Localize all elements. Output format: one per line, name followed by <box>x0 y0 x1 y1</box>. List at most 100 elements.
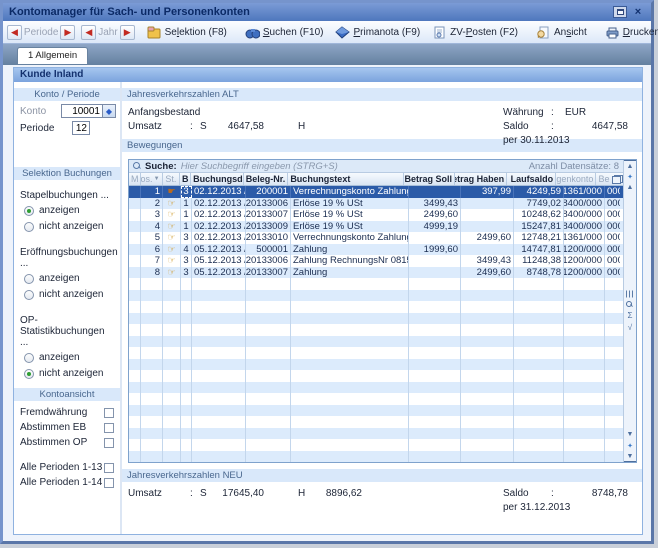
radio-icon[interactable] <box>24 290 34 300</box>
radio-label: anzeigen <box>39 273 80 284</box>
column-header-st[interactable]: St. <box>163 173 181 185</box>
radio-option[interactable]: anzeigen <box>24 273 114 284</box>
column-header-gegenkonto[interactable]: Gegenkonto <box>556 173 596 185</box>
checkbox-abstimmen-op[interactable]: Abstimmen OP <box>14 435 120 450</box>
hand-outline-icon: ☞ <box>167 221 175 232</box>
table-row[interactable]: 8☞305.12.2013 /Do20133007Zahlung2499,608… <box>129 267 623 279</box>
waehrung-label: Währung <box>503 107 551 118</box>
empty-row <box>129 370 623 382</box>
column-header-beleg-nr[interactable]: Beleg-Nr. <box>244 173 288 185</box>
checkbox-label: Fremdwährung <box>20 407 104 418</box>
column-header-m[interactable]: M <box>129 173 141 185</box>
grid-body: 1☛302.12.2013 /Mo200001Verrechnungskonto… <box>129 186 623 462</box>
grid-columns-icon[interactable]: ||| <box>626 291 635 298</box>
konto-label: Konto <box>20 106 61 117</box>
primanota-button[interactable]: Primanota (F9) <box>329 23 426 42</box>
radio-option[interactable]: anzeigen <box>24 352 114 363</box>
umsatz-neu-haben: 8896,62 <box>310 488 362 499</box>
table-row[interactable]: 2☞102.12.2013 /Mo20133006Erlöse 19 % USt… <box>129 198 623 210</box>
checkbox-alle-perioden-13[interactable]: Alle Perioden 1-13 <box>14 460 120 475</box>
radio-icon[interactable] <box>24 222 34 232</box>
table-row[interactable]: 4☞102.12.2013 /Mo20133009Erlöse 19 % USt… <box>129 221 623 233</box>
checkbox-icon[interactable] <box>104 408 114 418</box>
checkbox-icon[interactable] <box>104 423 114 433</box>
checkbox-fremdwaehrung[interactable]: Fremdwährung <box>14 405 120 420</box>
periode-input[interactable] <box>72 121 90 135</box>
periode-prev-button[interactable]: ◀ <box>7 25 22 40</box>
jahr-prev-button[interactable]: ◀ <box>81 25 96 40</box>
search-placeholder[interactable]: Hier Suchbegriff eingeben (STRG+S) <box>181 161 525 172</box>
checkbox-label: Abstimmen OP <box>20 437 104 448</box>
app-window: Kontomanager für Sach- und Personenkonte… <box>0 0 654 544</box>
grid-search-icon[interactable] <box>626 301 633 308</box>
table-row[interactable]: 6☞405.12.2013 /Do500001Zahlung1999,60147… <box>129 244 623 256</box>
table-row[interactable]: 5☞302.12.2013 /Mo20133010Verrechnungskon… <box>129 232 623 244</box>
main-panel: Kunde Inland Konto / Periode Konto ◆ Per… <box>13 67 643 535</box>
table-row[interactable]: 1☛302.12.2013 /Mo200001Verrechnungskonto… <box>129 186 623 198</box>
radio-option[interactable]: anzeigen <box>24 205 114 216</box>
column-header-be[interactable]: Be <box>596 173 611 185</box>
konto-lookup-button[interactable]: ◆ <box>103 104 116 118</box>
column-header-buchungstext[interactable]: Buchungstext <box>288 173 404 185</box>
ansicht-button[interactable]: Ansicht <box>530 23 593 42</box>
radio-icon[interactable] <box>24 206 34 216</box>
empty-row <box>129 451 623 463</box>
checkbox-alle-perioden-14[interactable]: Alle Perioden 1-14 <box>14 475 120 490</box>
radio-icon[interactable] <box>24 369 34 379</box>
checkbox-icon[interactable] <box>104 438 114 448</box>
zv-posten-button[interactable]: ZV-Posten (F2) <box>426 23 524 42</box>
primanota-book-icon <box>335 26 350 39</box>
empty-row <box>129 313 623 325</box>
restore-button[interactable] <box>613 6 627 18</box>
radio-option[interactable]: nicht anzeigen <box>24 289 114 300</box>
colon: : <box>551 121 565 132</box>
hand-outline-icon: ☞ <box>167 255 175 266</box>
grid-search-bar[interactable]: Suche: Hier Suchbegriff eingeben (STRG+S… <box>129 160 623 173</box>
saldo-alt-label: Saldo <box>503 121 551 132</box>
column-header-buchungsdatum[interactable]: Buchungsdatum <box>191 173 244 185</box>
radio-icon[interactable] <box>24 274 34 284</box>
column-header-betrag-haben[interactable]: Betrag Haben <box>455 173 507 185</box>
column-header-laufsaldo[interactable]: Laufsaldo <box>507 173 556 185</box>
checkbox-icon[interactable] <box>104 478 114 488</box>
column-header-pos[interactable]: Pos.▼ <box>141 173 163 185</box>
selektion-button[interactable]: Selektion (F8) <box>141 23 233 42</box>
scroll-diamond-up-icon[interactable]: ✦ <box>624 171 636 182</box>
periode-next-button[interactable]: ▶ <box>60 25 75 40</box>
konto-input[interactable] <box>61 104 103 118</box>
grid-scrollbar: ▲ ✦ ▲ ||| Σ √ ▼ ✦ <box>623 160 636 462</box>
soll-marker: S <box>200 488 212 499</box>
tab-allgemein[interactable]: 1 Allgemein <box>17 47 88 64</box>
section-jvz-neu: Jahresverkehrszahlen NEU <box>122 469 642 482</box>
column-chooser-icon[interactable] <box>612 175 623 184</box>
checkbox-icon[interactable] <box>104 463 114 473</box>
checkbox-label: Alle Perioden 1-14 <box>20 477 104 488</box>
radio-icon[interactable] <box>24 353 34 363</box>
periode-label: Periode <box>22 27 60 38</box>
radio-label: nicht anzeigen <box>39 368 104 379</box>
section-jvz-alt: Jahresverkehrszahlen ALT <box>122 88 642 101</box>
grid-sum-icon[interactable]: Σ <box>628 311 633 320</box>
haben-marker: H <box>298 488 310 499</box>
saldo-alt-date: per 30.11.2013 <box>503 135 570 146</box>
jahr-next-button[interactable]: ▶ <box>120 25 135 40</box>
drucken-button[interactable]: Drucken <box>599 23 658 42</box>
scroll-down-icon[interactable]: ▼ <box>624 429 636 440</box>
scroll-top-icon[interactable]: ▲ <box>624 160 636 171</box>
empty-row <box>129 278 623 290</box>
suchen-button[interactable]: Suchen (F10) <box>239 23 330 42</box>
column-header-b[interactable]: B <box>180 173 191 185</box>
table-row[interactable]: 7☞305.12.2013 /Do20133006Zahlung Rechnun… <box>129 255 623 267</box>
radio-option[interactable]: nicht anzeigen <box>24 368 114 379</box>
checkbox-abstimmen-eb[interactable]: Abstimmen EB <box>14 420 120 435</box>
scroll-diamond-down-icon[interactable]: ✦ <box>624 440 636 451</box>
radio-option[interactable]: nicht anzeigen <box>24 221 114 232</box>
table-row[interactable]: 3☞102.12.2013 /Mo20133007Erlöse 19 % USt… <box>129 209 623 221</box>
scroll-bottom-icon[interactable]: ▼ <box>624 451 636 462</box>
ansicht-button-label: Ansicht <box>554 27 587 38</box>
grid-check-icon[interactable]: √ <box>628 323 632 332</box>
column-header-betrag-soll[interactable]: Betrag Soll <box>404 173 455 185</box>
search-label: Suche: <box>145 161 177 172</box>
close-button[interactable]: × <box>631 6 645 18</box>
scroll-up-icon[interactable]: ▲ <box>624 182 636 193</box>
